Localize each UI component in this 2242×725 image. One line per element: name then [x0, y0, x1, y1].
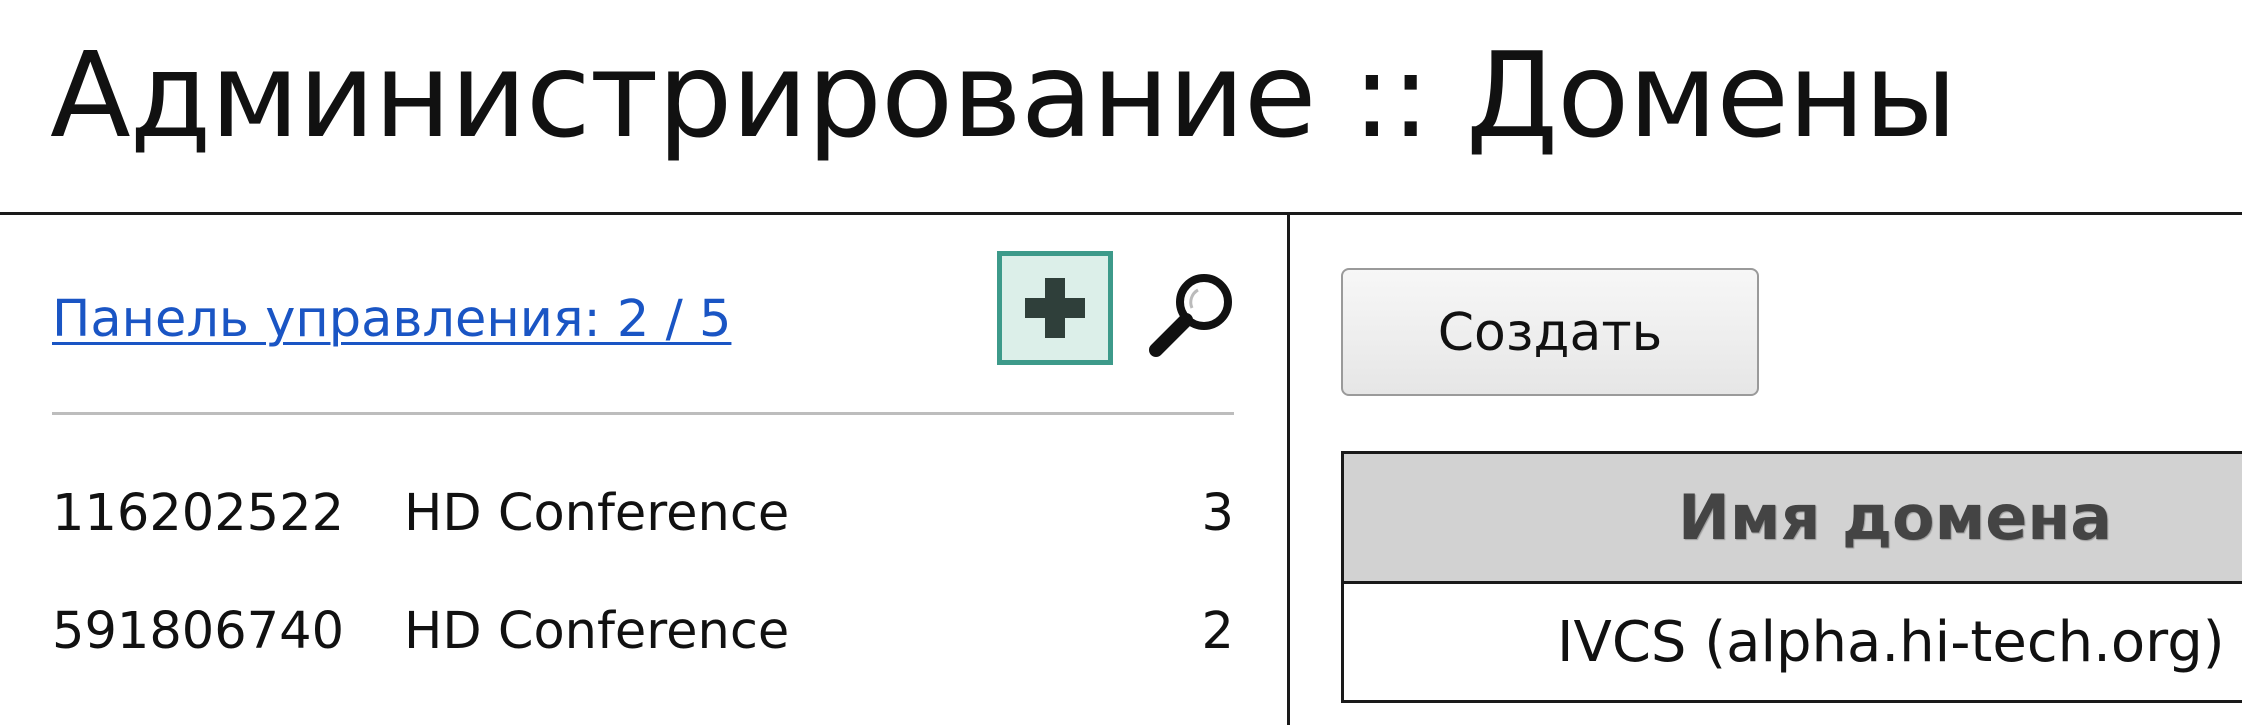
- conference-name: HD Conference: [404, 602, 790, 661]
- page: Администрирование :: Домены Панель управ…: [0, 0, 2242, 725]
- conference-id: 591806740: [52, 602, 345, 661]
- domain-name-cell[interactable]: IVCS (alpha.hi-tech.org): [1343, 583, 2242, 702]
- magnifier-icon: [1149, 274, 1232, 357]
- conference-name: HD Conference: [404, 484, 790, 543]
- participant-count: 3: [1201, 484, 1234, 543]
- list-item[interactable]: 591806740 HD Conference 2: [52, 592, 1234, 672]
- list-divider: [52, 412, 1234, 415]
- table-row[interactable]: IVCS (alpha.hi-tech.org): [1343, 583, 2242, 702]
- create-button[interactable]: Создать: [1341, 268, 1759, 396]
- column-header-domain-name[interactable]: Имя домена: [1342, 452, 2242, 584]
- page-title: Администрирование :: Домены: [50, 26, 1957, 164]
- add-button[interactable]: [997, 251, 1113, 365]
- search-button[interactable]: [1148, 268, 1240, 360]
- conference-id: 116202522: [52, 484, 345, 543]
- participant-count: 2: [1201, 602, 1234, 661]
- list-item[interactable]: 116202522 HD Conference 3: [52, 474, 1234, 554]
- control-panel-link[interactable]: Панель управления: 2 / 5: [52, 288, 731, 352]
- header-divider: [0, 212, 2242, 215]
- plus-icon: [1025, 278, 1085, 338]
- panel-divider: [1287, 212, 1290, 725]
- domain-table: Имя домена IVCS (alpha.hi-tech.org): [1341, 451, 2242, 703]
- table-header-row: Имя домена: [1342, 452, 2242, 584]
